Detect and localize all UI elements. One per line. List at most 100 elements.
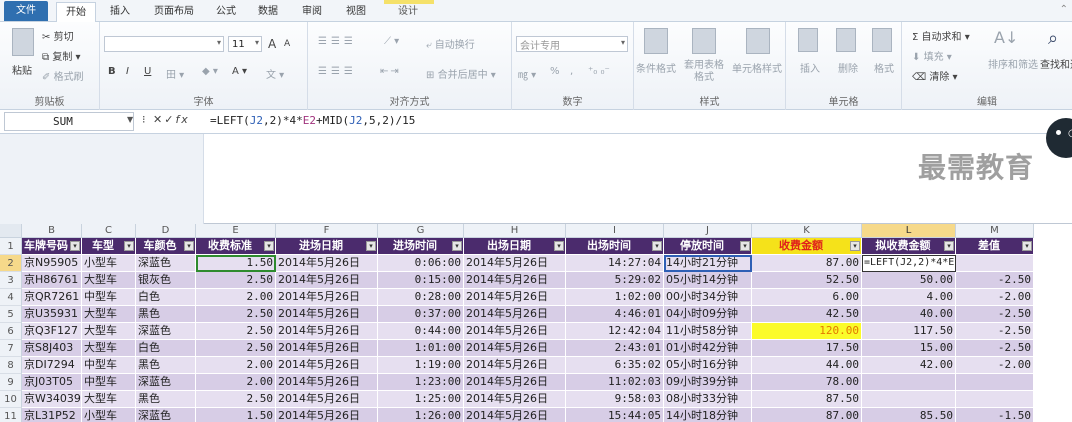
table-cell[interactable]: 京DI7294 — [22, 357, 82, 374]
row-header[interactable]: 6 — [0, 323, 22, 340]
binoculars-icon[interactable]: ⌕ — [1048, 28, 1058, 49]
tab-formulas[interactable]: 公式 — [210, 2, 242, 22]
format-as-table-icon[interactable] — [692, 28, 716, 54]
currency-button[interactable]: ㎎ ▾ — [518, 66, 536, 81]
grow-font-button[interactable]: A — [268, 37, 276, 51]
filter-dropdown-icon[interactable]: ▾ — [184, 241, 194, 251]
filter-dropdown-icon[interactable]: ▾ — [124, 241, 134, 251]
ribbon-minimize-icon[interactable]: ⌃ — [1060, 4, 1068, 15]
table-cell[interactable]: 1:23:00 — [378, 374, 464, 391]
table-cell[interactable] — [956, 374, 1034, 391]
table-cell[interactable]: -2.00 — [956, 357, 1034, 374]
column-header-f[interactable]: F — [276, 224, 378, 238]
filter-dropdown-icon[interactable]: ▾ — [850, 241, 860, 251]
tab-insert[interactable]: 插入 — [104, 2, 136, 22]
table-cell[interactable]: 大型车 — [82, 306, 136, 323]
table-cell[interactable]: 44.00 — [752, 357, 862, 374]
table-cell[interactable]: 42.50 — [752, 306, 862, 323]
table-cell[interactable]: 1:26:00 — [378, 408, 464, 422]
table-cell[interactable]: 京N95905 — [22, 255, 82, 272]
phonetic-button[interactable]: 文 ▾ — [266, 66, 284, 81]
table-cell[interactable]: 4.00 — [862, 289, 956, 306]
underline-button[interactable]: U — [144, 66, 151, 77]
row-header[interactable]: 11 — [0, 408, 22, 422]
table-header-cell[interactable]: 停放时间 ▾ — [664, 238, 752, 255]
table-cell[interactable]: 2014年5月26日 — [276, 306, 378, 323]
table-header-cell[interactable]: 车牌号码 ▾ — [22, 238, 82, 255]
table-cell[interactable]: 2014年5月26日 — [464, 374, 566, 391]
table-cell[interactable]: 120.00 — [752, 323, 862, 340]
table-cell[interactable]: 白色 — [136, 289, 196, 306]
table-cell[interactable]: 深蓝色 — [136, 255, 196, 272]
paste-button[interactable]: 粘贴 — [12, 62, 32, 77]
table-cell[interactable]: 42.00 — [862, 357, 956, 374]
sort-filter-icon[interactable]: A↓ — [994, 28, 1018, 47]
find-select-button[interactable]: 查找和选 — [1040, 56, 1072, 71]
table-header-cell[interactable]: 拟收费金额 ▾ — [862, 238, 956, 255]
table-cell[interactable]: 2014年5月26日 — [276, 374, 378, 391]
table-cell[interactable]: 京L31P52 — [22, 408, 82, 422]
table-cell[interactable]: 05小时14分钟 — [664, 272, 752, 289]
table-cell[interactable]: 2014年5月26日 — [464, 272, 566, 289]
table-cell[interactable]: -2.50 — [956, 272, 1034, 289]
column-header-b[interactable]: B — [22, 224, 82, 238]
active-editing-cell[interactable]: =LEFT(J2,2)*4*E2+MID(J2,5, — [862, 255, 956, 272]
table-cell[interactable]: 黑色 — [136, 357, 196, 374]
table-cell[interactable] — [956, 255, 1034, 272]
column-header-g[interactable]: G — [378, 224, 464, 238]
table-cell[interactable]: 2.00 — [196, 374, 276, 391]
filter-dropdown-icon[interactable]: ▾ — [264, 241, 274, 251]
table-cell[interactable]: 2014年5月26日 — [464, 391, 566, 408]
row-header[interactable]: 9 — [0, 374, 22, 391]
table-header-cell[interactable]: 出场日期 ▾ — [464, 238, 566, 255]
table-cell[interactable] — [862, 374, 956, 391]
table-cell[interactable]: 2014年5月26日 — [464, 255, 566, 272]
table-cell[interactable]: 深蓝色 — [136, 323, 196, 340]
conditional-format-button[interactable]: 条件格式 — [636, 60, 676, 75]
table-header-cell[interactable]: 收费金额 ▾ — [752, 238, 862, 255]
row-header[interactable]: 8 — [0, 357, 22, 374]
table-cell[interactable]: 1:25:00 — [378, 391, 464, 408]
tab-page-layout[interactable]: 页面布局 — [146, 2, 202, 22]
column-header-i[interactable]: I — [566, 224, 664, 238]
filter-dropdown-icon[interactable]: ▾ — [554, 241, 564, 251]
table-cell[interactable] — [862, 391, 956, 408]
number-format-combo[interactable]: 会计专用 ▾ — [516, 36, 628, 52]
table-cell[interactable]: 1:19:00 — [378, 357, 464, 374]
table-header-cell[interactable]: 差值 ▾ — [956, 238, 1034, 255]
table-cell[interactable]: 2014年5月26日 — [276, 255, 378, 272]
table-cell[interactable]: 2.50 — [196, 306, 276, 323]
table-cell[interactable]: 11小时58分钟 — [664, 323, 752, 340]
table-cell[interactable]: 0:06:00 — [378, 255, 464, 272]
table-cell[interactable]: 6.00 — [752, 289, 862, 306]
cell-styles-button[interactable]: 单元格样式 — [732, 60, 782, 75]
table-cell[interactable]: 深蓝色 — [136, 408, 196, 422]
table-cell[interactable]: 0:44:00 — [378, 323, 464, 340]
table-cell[interactable]: 深蓝色 — [136, 374, 196, 391]
table-cell[interactable]: 5:29:02 — [566, 272, 664, 289]
table-cell[interactable]: 京Q3F127 — [22, 323, 82, 340]
table-cell[interactable]: 0:37:00 — [378, 306, 464, 323]
table-cell[interactable]: 2014年5月26日 — [276, 408, 378, 422]
table-header-cell[interactable]: 进场时间 ▾ — [378, 238, 464, 255]
table-cell[interactable]: 40.00 — [862, 306, 956, 323]
tab-review[interactable]: 审阅 — [296, 2, 328, 22]
table-cell[interactable]: 08小时33分钟 — [664, 391, 752, 408]
table-cell[interactable]: 中型车 — [82, 357, 136, 374]
table-cell[interactable]: 2.00 — [196, 289, 276, 306]
table-cell[interactable] — [956, 391, 1034, 408]
cell-styles-icon[interactable] — [746, 28, 770, 54]
table-cell[interactable]: 2014年5月26日 — [464, 289, 566, 306]
tab-view[interactable]: 视图 — [340, 2, 372, 22]
delete-cells-button[interactable]: 删除 — [838, 60, 858, 75]
font-size-combo[interactable]: 11 ▾ — [228, 36, 262, 52]
comma-button[interactable]: , — [570, 66, 573, 77]
table-cell[interactable]: 17.50 — [752, 340, 862, 357]
table-cell[interactable]: 6:35:02 — [566, 357, 664, 374]
table-cell[interactable]: 87.00 — [752, 408, 862, 422]
row-header[interactable]: 4 — [0, 289, 22, 306]
clear-button[interactable]: ⌫ 清除 ▾ — [912, 68, 958, 83]
autosum-button[interactable]: Σ 自动求和 ▾ — [912, 28, 970, 43]
table-cell[interactable]: 大型车 — [82, 340, 136, 357]
table-header-cell[interactable]: 收费标准 ▾ — [196, 238, 276, 255]
